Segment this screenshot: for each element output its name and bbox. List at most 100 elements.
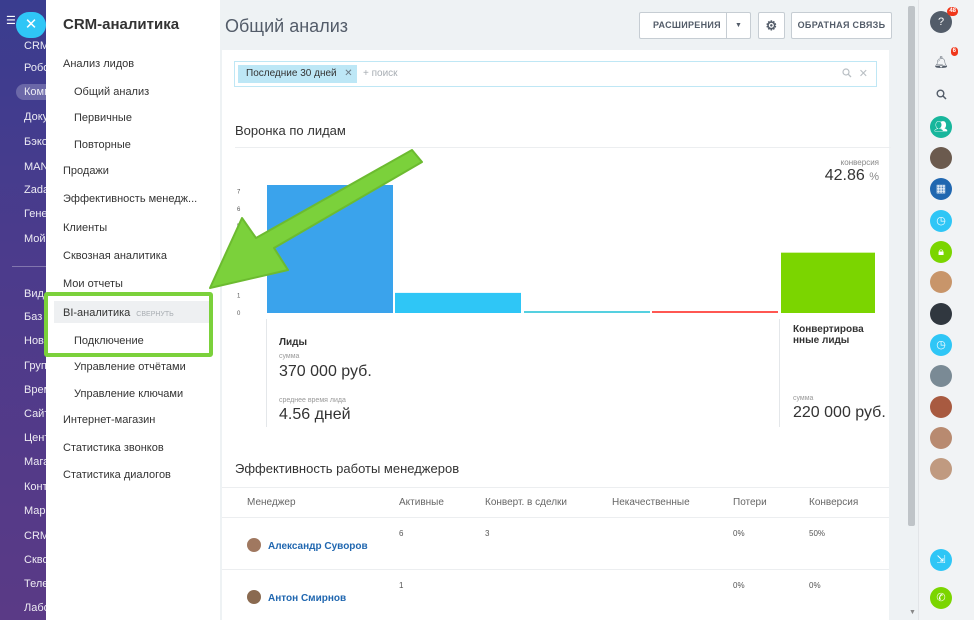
- col-header-converted[interactable]: Конверт. в сделки: [485, 497, 567, 508]
- nav-item[interactable]: Баз: [24, 311, 42, 323]
- conversion-value: 42.86 %: [825, 167, 879, 185]
- nav-item[interactable]: Робо: [24, 62, 46, 74]
- menu-item-primary[interactable]: Первичные: [74, 112, 132, 124]
- search-icon[interactable]: [842, 68, 852, 81]
- menu-item-clients[interactable]: Клиенты: [63, 222, 107, 234]
- nav-item[interactable]: Сайт: [24, 408, 46, 420]
- menu-item-my-reports[interactable]: Мои отчеты: [63, 278, 123, 290]
- open-lines-icon[interactable]: ⇲: [930, 549, 952, 571]
- lock-icon[interactable]: 🔒︎: [930, 241, 952, 263]
- nav-item[interactable]: Zada: [24, 184, 46, 196]
- contact-avatar[interactable]: [930, 271, 952, 293]
- nav-item-active[interactable]: Комп: [16, 84, 46, 100]
- nav-item[interactable]: Мой: [24, 233, 46, 245]
- funnel-bar[interactable]: [524, 311, 650, 313]
- nav-item[interactable]: Доку: [24, 111, 46, 123]
- col-header-manager[interactable]: Менеджер: [247, 497, 296, 508]
- workgroup-icon[interactable]: ▦: [930, 178, 952, 200]
- button-divider: [726, 13, 727, 38]
- sum-value: 370 000 руб.: [279, 363, 372, 380]
- nav-item[interactable]: Теле: [24, 578, 46, 590]
- group-chat-icon[interactable]: 👥︎: [930, 116, 952, 138]
- col-header-lost[interactable]: Потери: [733, 497, 767, 508]
- contact-avatar[interactable]: [930, 396, 952, 418]
- conversion-label: конверсия: [840, 158, 879, 167]
- nav-item[interactable]: Гене: [24, 208, 46, 220]
- user-clock-icon[interactable]: ◷: [930, 334, 952, 356]
- contact-avatar[interactable]: [930, 365, 952, 387]
- col-header-bad[interactable]: Некачественные: [612, 497, 690, 508]
- filter-chip[interactable]: Последние 30 дней ✕: [238, 65, 357, 83]
- close-slider-button[interactable]: ✕: [16, 12, 46, 38]
- menu-item-call-stats[interactable]: Статистика звонков: [63, 442, 164, 454]
- clear-icon[interactable]: ✕: [859, 67, 868, 80]
- manager-name-link[interactable]: Антон Смирнов: [268, 593, 346, 604]
- extensions-label: РАСШИРЕНИЯ: [653, 20, 721, 30]
- funnel-title: Воронка по лидам: [235, 123, 346, 138]
- scroll-down-icon[interactable]: ▼: [909, 609, 916, 616]
- nav-item[interactable]: MAN: [24, 161, 46, 173]
- active-value: 6: [399, 529, 404, 538]
- lost-value: 0%: [733, 529, 745, 538]
- scrollbar[interactable]: ▼: [906, 0, 918, 620]
- nav-item[interactable]: CRM: [24, 40, 46, 52]
- extensions-button[interactable]: РАСШИРЕНИЯ ▼: [639, 12, 751, 39]
- col-header-active[interactable]: Активные: [399, 497, 444, 508]
- contact-avatar[interactable]: [930, 303, 952, 325]
- menu-item-end-to-end[interactable]: Сквозная аналитика: [63, 250, 167, 262]
- nav-item[interactable]: CRM: [24, 530, 46, 542]
- leads-label: Лиды: [279, 337, 308, 348]
- nav-item[interactable]: Врем: [24, 384, 46, 396]
- menu-item-manager-efficiency[interactable]: Эффективность менедж...: [63, 193, 197, 205]
- help-badge: 48: [947, 7, 958, 16]
- nav-item[interactable]: Лабо: [24, 602, 46, 614]
- manager-name-link[interactable]: Александр Суворов: [268, 541, 368, 552]
- converted-sum-label: сумма: [793, 395, 814, 402]
- funnel-bar[interactable]: [652, 311, 778, 313]
- col-header-conversion[interactable]: Конверсия: [809, 497, 858, 508]
- scrollbar-thumb[interactable]: [908, 6, 915, 526]
- nav-item[interactable]: Груп: [24, 360, 46, 372]
- phone-icon[interactable]: ✆: [930, 587, 952, 609]
- column-divider: [266, 319, 267, 427]
- y-tick-label: 0: [237, 311, 241, 317]
- menu-item-lead-analysis[interactable]: Анализ лидов: [63, 58, 134, 70]
- contact-avatar[interactable]: [930, 427, 952, 449]
- funnel-bar[interactable]: [781, 252, 875, 313]
- menu-title: CRM-аналитика: [63, 16, 180, 33]
- conversion-value: 0%: [809, 581, 821, 590]
- gear-icon[interactable]: ⚙: [758, 12, 785, 39]
- menu-item-key-management[interactable]: Управление ключами: [74, 388, 183, 400]
- bell-icon[interactable]: 🔔︎ 6: [930, 47, 958, 73]
- nav-divider: [12, 266, 46, 267]
- nav-item[interactable]: Мар: [24, 505, 46, 517]
- nav-item[interactable]: Скво: [24, 554, 46, 566]
- contact-avatar[interactable]: [930, 147, 952, 169]
- user-clock-icon[interactable]: ◷: [930, 210, 952, 232]
- menu-item-general-analysis[interactable]: Общий анализ: [74, 86, 149, 98]
- nav-item[interactable]: Бэко: [24, 136, 46, 148]
- nav-item[interactable]: Вид: [24, 288, 44, 300]
- menu-item-e-shop[interactable]: Интернет-магазин: [63, 414, 155, 426]
- feedback-button[interactable]: ОБРАТНАЯ СВЯЗЬ: [791, 12, 892, 39]
- contact-avatar[interactable]: [930, 458, 952, 480]
- filter-bar[interactable]: Последние 30 дней ✕ + поиск ✕: [234, 61, 877, 87]
- converted-value: 3: [485, 529, 490, 538]
- help-icon[interactable]: ? 48: [930, 7, 958, 33]
- menu-item-sales[interactable]: Продажи: [63, 165, 109, 177]
- nav-item[interactable]: Цент: [24, 432, 46, 444]
- chevron-down-icon[interactable]: ▼: [735, 13, 742, 38]
- menu-item-report-management[interactable]: Управление отчётами: [74, 361, 186, 373]
- chip-close-icon[interactable]: ✕: [344, 65, 352, 83]
- search-input[interactable]: + поиск: [363, 68, 398, 79]
- pointer-arrow-icon: [209, 149, 423, 289]
- right-panel: ? 48 🔔︎ 6 👥︎ ▦ ◷ 🔒︎ ◷ ⇲ ✆: [918, 0, 974, 620]
- menu-item-dialog-stats[interactable]: Статистика диалогов: [63, 469, 171, 481]
- nav-item[interactable]: Нов: [24, 335, 44, 347]
- sum-label: сумма: [279, 353, 300, 360]
- converted-sum-value: 220 000 руб.: [793, 404, 886, 421]
- nav-item[interactable]: Мага: [24, 456, 46, 468]
- search-icon[interactable]: [930, 83, 952, 105]
- nav-item[interactable]: Конт: [24, 481, 46, 493]
- menu-item-repeat[interactable]: Повторные: [74, 139, 131, 151]
